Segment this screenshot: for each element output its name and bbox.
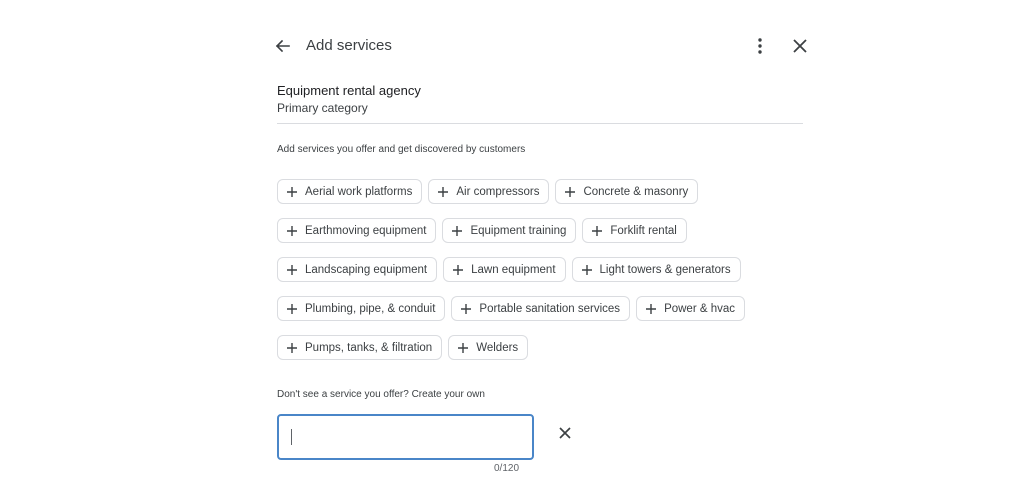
service-chip-label: Portable sanitation services xyxy=(479,302,621,315)
plus-icon xyxy=(452,264,464,276)
service-chip-label: Landscaping equipment xyxy=(305,263,428,276)
close-icon xyxy=(559,427,571,439)
plus-icon xyxy=(286,186,298,198)
plus-icon xyxy=(591,225,603,237)
text-caret xyxy=(291,429,292,445)
service-chip[interactable]: Plumbing, pipe, & conduit xyxy=(277,296,446,321)
service-chip[interactable]: Portable sanitation services xyxy=(451,296,631,321)
header: Add services xyxy=(270,33,812,59)
service-chip[interactable]: Forklift rental xyxy=(582,218,687,243)
service-chip-label: Equipment training xyxy=(470,224,567,237)
service-chip-label: Earthmoving equipment xyxy=(305,224,427,237)
more-vert-icon xyxy=(758,38,762,54)
service-chip[interactable]: Earthmoving equipment xyxy=(277,218,437,243)
service-chip[interactable]: Light towers & generators xyxy=(571,257,741,282)
chip-row: Aerial work platforms Air compressors Conc… xyxy=(277,179,807,204)
plus-icon xyxy=(286,303,298,315)
custom-service-input[interactable] xyxy=(279,416,532,458)
back-button[interactable] xyxy=(270,33,294,59)
character-counter: 0/120 xyxy=(494,463,520,474)
category-label: Primary category xyxy=(277,101,368,115)
plus-icon xyxy=(451,225,463,237)
plus-icon xyxy=(286,342,298,354)
plus-icon xyxy=(286,225,298,237)
clear-custom-button[interactable] xyxy=(557,425,573,441)
custom-service-label: Don't see a service you offer? Create yo… xyxy=(277,389,485,400)
service-chip-label: Light towers & generators xyxy=(599,263,731,276)
plus-icon xyxy=(645,303,657,315)
service-chip[interactable]: Equipment training xyxy=(442,218,577,243)
plus-icon xyxy=(286,264,298,276)
service-chip[interactable]: Concrete & masonry xyxy=(555,179,699,204)
service-chip-label: Pumps, tanks, & filtration xyxy=(305,341,433,354)
service-chip-label: Concrete & masonry xyxy=(583,185,689,198)
chip-row: Landscaping equipment Lawn equipment Light… xyxy=(277,257,807,282)
custom-service-field xyxy=(277,414,534,460)
service-chip-label: Lawn equipment xyxy=(471,263,556,276)
service-chip[interactable]: Welders xyxy=(448,335,529,360)
close-button[interactable] xyxy=(788,33,812,59)
plus-icon xyxy=(460,303,472,315)
plus-icon xyxy=(564,186,576,198)
service-chip-label: Air compressors xyxy=(456,185,540,198)
service-chip[interactable]: Power & hvac xyxy=(636,296,746,321)
arrow-left-icon xyxy=(275,39,290,53)
plus-icon xyxy=(437,186,449,198)
more-options-button[interactable] xyxy=(749,33,771,59)
chip-row: Plumbing, pipe, & conduit Portable sanita… xyxy=(277,296,807,321)
service-chip[interactable]: Aerial work platforms xyxy=(277,179,423,204)
intro-text: Add services you offer and get discovere… xyxy=(277,144,526,155)
plus-icon xyxy=(581,264,593,276)
service-chip-label: Aerial work platforms xyxy=(305,185,413,198)
service-chip-label: Forklift rental xyxy=(610,224,677,237)
service-chip[interactable]: Lawn equipment xyxy=(443,257,566,282)
category-name: Equipment rental agency xyxy=(277,83,421,98)
chip-row: Pumps, tanks, & filtration Welders xyxy=(277,335,807,360)
chip-row: Earthmoving equipment Equipment training F… xyxy=(277,218,807,243)
service-chip[interactable]: Air compressors xyxy=(428,179,550,204)
divider xyxy=(277,123,803,124)
service-chip[interactable]: Landscaping equipment xyxy=(277,257,438,282)
page-title: Add services xyxy=(306,37,392,54)
service-chip-label: Power & hvac xyxy=(664,302,736,315)
plus-icon xyxy=(457,342,469,354)
service-chip-label: Welders xyxy=(476,341,519,354)
service-chip[interactable]: Pumps, tanks, & filtration xyxy=(277,335,443,360)
service-chip-label: Plumbing, pipe, & conduit xyxy=(305,302,436,315)
service-chips: Aerial work platforms Air compressors Conc… xyxy=(277,179,807,374)
close-icon xyxy=(793,39,807,53)
